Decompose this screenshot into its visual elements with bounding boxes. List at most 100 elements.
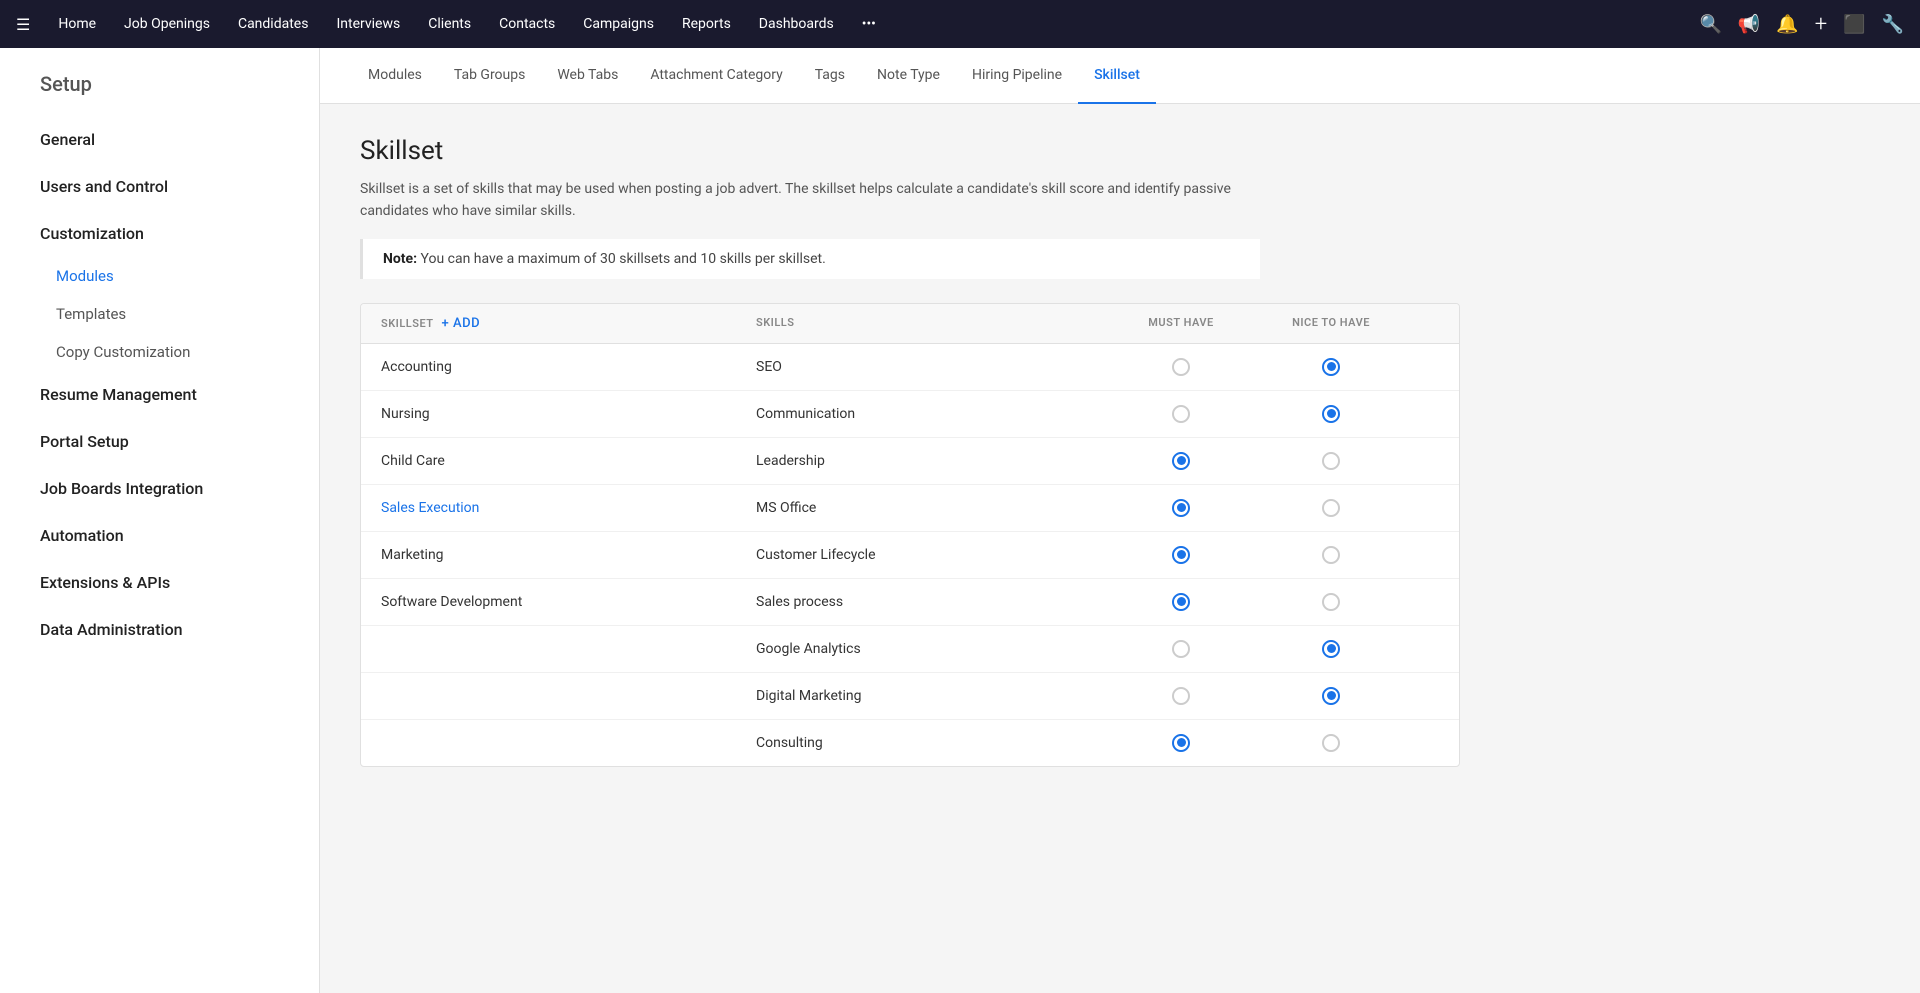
skillset-cell: Software Development [361, 580, 736, 624]
action-cell [1411, 588, 1459, 616]
radio-must-have[interactable] [1172, 593, 1190, 611]
skillset-cell-link[interactable]: Sales Execution [361, 486, 736, 530]
sidebar-item-templates[interactable]: Templates [0, 295, 319, 333]
must-have-cell[interactable] [1111, 344, 1251, 390]
sidebar-item-job-boards-integration[interactable]: Job Boards Integration [0, 465, 319, 512]
tab-modules[interactable]: Modules [352, 48, 438, 104]
col-header-action [1411, 304, 1459, 343]
tab-attachment-category[interactable]: Attachment Category [634, 48, 798, 104]
must-have-cell[interactable] [1111, 579, 1251, 625]
radio-must-have[interactable] [1172, 499, 1190, 517]
sidebar-item-portal-setup[interactable]: Portal Setup [0, 418, 319, 465]
radio-nice-to-have[interactable] [1322, 452, 1340, 470]
nav-dashboards[interactable]: Dashboards [747, 0, 846, 48]
must-have-cell[interactable] [1111, 720, 1251, 766]
sidebar: Setup General Users and Control Customiz… [0, 48, 320, 993]
nice-to-have-cell[interactable] [1251, 391, 1411, 437]
notifications-icon[interactable]: 🔔 [1776, 14, 1798, 35]
col-header-skillset: SKILLSET + Add [361, 304, 736, 343]
nice-to-have-cell[interactable] [1251, 532, 1411, 578]
nav-home[interactable]: Home [46, 0, 108, 48]
sidebar-item-extensions-apis[interactable]: Extensions & APIs [0, 559, 319, 606]
tab-skillset[interactable]: Skillset [1078, 48, 1156, 104]
must-have-cell[interactable] [1111, 673, 1251, 719]
skillset-cell: Child Care [361, 439, 736, 483]
grid-icon[interactable]: ⬛ [1843, 14, 1865, 35]
radio-nice-to-have[interactable] [1322, 640, 1340, 658]
radio-must-have[interactable] [1172, 640, 1190, 658]
nav-clients[interactable]: Clients [416, 0, 483, 48]
search-icon[interactable]: 🔍 [1699, 14, 1721, 35]
sidebar-item-resume-management[interactable]: Resume Management [0, 371, 319, 418]
sidebar-item-modules[interactable]: Modules [0, 257, 319, 295]
nav-reports[interactable]: Reports [670, 0, 743, 48]
sidebar-title: Setup [0, 72, 319, 116]
radio-nice-to-have[interactable] [1322, 405, 1340, 423]
nice-to-have-cell[interactable] [1251, 579, 1411, 625]
nice-to-have-cell[interactable] [1251, 673, 1411, 719]
sidebar-item-users-and-control[interactable]: Users and Control [0, 163, 319, 210]
radio-must-have[interactable] [1172, 734, 1190, 752]
nice-to-have-cell[interactable] [1251, 438, 1411, 484]
radio-nice-to-have[interactable] [1322, 546, 1340, 564]
radio-must-have[interactable] [1172, 546, 1190, 564]
skillset-cell [361, 635, 736, 663]
sidebar-item-customization[interactable]: Customization [0, 210, 319, 257]
radio-must-have[interactable] [1172, 687, 1190, 705]
nice-to-have-cell[interactable] [1251, 626, 1411, 672]
settings-icon[interactable]: 🔧 [1882, 14, 1904, 35]
must-have-cell[interactable] [1111, 391, 1251, 437]
radio-nice-to-have[interactable] [1322, 593, 1340, 611]
sidebar-item-general[interactable]: General [0, 116, 319, 163]
tab-hiring-pipeline[interactable]: Hiring Pipeline [956, 48, 1078, 104]
skill-cell: Communication [736, 392, 1111, 436]
nice-to-have-cell[interactable] [1251, 344, 1411, 390]
table-header: SKILLSET + Add SKILLS MUST HAVE NICE TO … [361, 304, 1459, 344]
tab-bar: Modules Tab Groups Web Tabs Attachment C… [320, 48, 1920, 104]
menu-icon[interactable]: ☰ [16, 15, 30, 34]
table-row: Digital Marketing [361, 673, 1459, 720]
action-cell [1411, 400, 1459, 428]
table-row: Nursing Communication [361, 391, 1459, 438]
tab-tags[interactable]: Tags [799, 48, 861, 104]
skill-cell: Customer Lifecycle [736, 533, 1111, 577]
nav-interviews[interactable]: Interviews [324, 0, 412, 48]
nice-to-have-cell[interactable] [1251, 485, 1411, 531]
radio-nice-to-have[interactable] [1322, 358, 1340, 376]
sidebar-item-data-administration[interactable]: Data Administration [0, 606, 319, 653]
skillset-cell [361, 729, 736, 757]
col-header-skills: SKILLS [736, 304, 1111, 343]
tab-note-type[interactable]: Note Type [861, 48, 956, 104]
radio-must-have[interactable] [1172, 405, 1190, 423]
table-row: Software Development Sales process [361, 579, 1459, 626]
content-area: Skillset Skillset is a set of skills tha… [320, 104, 1920, 799]
nav-more[interactable]: ••• [850, 0, 888, 48]
must-have-cell[interactable] [1111, 626, 1251, 672]
radio-must-have[interactable] [1172, 358, 1190, 376]
radio-must-have[interactable] [1172, 452, 1190, 470]
tab-web-tabs[interactable]: Web Tabs [541, 48, 634, 104]
nav-candidates[interactable]: Candidates [226, 0, 321, 48]
skill-cell: SEO [736, 345, 1111, 389]
nice-to-have-cell[interactable] [1251, 720, 1411, 766]
must-have-cell[interactable] [1111, 532, 1251, 578]
sidebar-item-automation[interactable]: Automation [0, 512, 319, 559]
nav-campaigns[interactable]: Campaigns [571, 0, 666, 48]
broadcast-icon[interactable]: 📢 [1738, 14, 1760, 35]
table-row: Consulting [361, 720, 1459, 766]
page-description: Skillset is a set of skills that may be … [360, 178, 1260, 223]
add-icon[interactable]: + [1815, 12, 1827, 37]
skillset-cell: Marketing [361, 533, 736, 577]
tab-tab-groups[interactable]: Tab Groups [438, 48, 541, 104]
radio-nice-to-have[interactable] [1322, 499, 1340, 517]
radio-nice-to-have[interactable] [1322, 734, 1340, 752]
nav-job-openings[interactable]: Job Openings [112, 0, 222, 48]
nav-contacts[interactable]: Contacts [487, 0, 567, 48]
must-have-cell[interactable] [1111, 438, 1251, 484]
must-have-cell[interactable] [1111, 485, 1251, 531]
top-nav: ☰ Home Job Openings Candidates Interview… [0, 0, 1920, 48]
sidebar-item-copy-customization[interactable]: Copy Customization [0, 333, 319, 371]
add-skillset-button[interactable]: + Add [442, 316, 481, 331]
page-title: Skillset [360, 136, 1880, 166]
radio-nice-to-have[interactable] [1322, 687, 1340, 705]
